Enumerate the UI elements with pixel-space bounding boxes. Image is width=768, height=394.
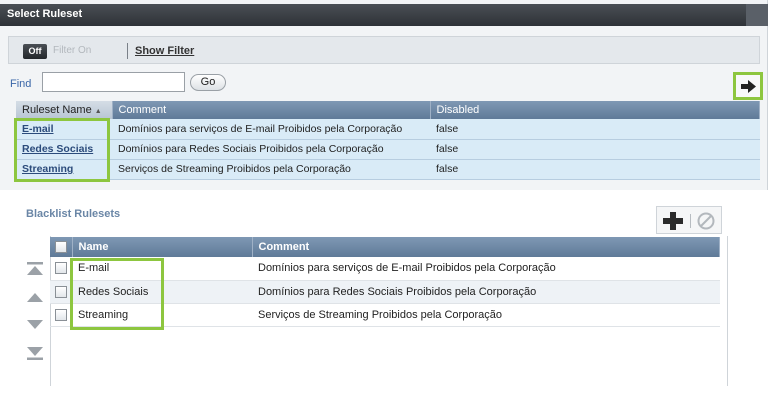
window-title: Select Ruleset bbox=[0, 4, 768, 26]
ruleset-disabled: false bbox=[430, 119, 760, 140]
row-checkbox-cell bbox=[50, 257, 72, 281]
column-ruleset-name[interactable]: Ruleset Name ▲ bbox=[16, 101, 113, 119]
ruleset-name-link[interactable]: E-mail bbox=[16, 119, 112, 140]
select-all-cell bbox=[50, 237, 73, 257]
column-comment[interactable]: Comment bbox=[252, 237, 720, 257]
ruleset-disabled: false bbox=[430, 159, 760, 180]
filter-on-toggle[interactable]: Filter On bbox=[53, 45, 91, 56]
blacklist-name: E-mail bbox=[72, 257, 252, 281]
blacklist-toolbar bbox=[656, 206, 722, 234]
row-checkbox[interactable] bbox=[55, 308, 67, 321]
blacklist-name: Redes Sociais bbox=[72, 280, 252, 304]
filter-separator bbox=[127, 43, 128, 59]
blacklist-comment: Domínios para Redes Sociais Proibidos pe… bbox=[252, 280, 720, 304]
blacklist-comment: Domínios para serviços de E-mail Proibid… bbox=[252, 257, 720, 281]
select-ruleset-panel: Select Ruleset Off Filter On Show Filter… bbox=[0, 0, 768, 190]
ruleset-table: Ruleset Name ▲ Comment Disabled E-mail D… bbox=[16, 101, 760, 180]
filter-bar: Off Filter On Show Filter bbox=[8, 36, 760, 64]
move-down-icon bbox=[27, 320, 43, 329]
move-to-bottom-button[interactable] bbox=[26, 346, 44, 360]
find-input[interactable] bbox=[42, 72, 185, 92]
row-checkbox-cell bbox=[50, 280, 72, 304]
go-button[interactable]: Go bbox=[190, 74, 226, 91]
row-checkbox[interactable] bbox=[55, 262, 67, 275]
show-filter-link[interactable]: Show Filter bbox=[135, 45, 194, 57]
ruleset-comment: Domínios para Redes Sociais Proibidos pe… bbox=[112, 139, 430, 160]
table-row[interactable]: E-mail Domínios para serviços de E-mail … bbox=[50, 257, 720, 281]
column-disabled[interactable]: Disabled bbox=[430, 101, 760, 119]
column-comment[interactable]: Comment bbox=[112, 101, 431, 119]
move-up-button[interactable] bbox=[26, 290, 44, 304]
row-checkbox-cell bbox=[50, 303, 72, 327]
blacklist-title: Blacklist Rulesets bbox=[26, 208, 121, 220]
ruleset-comment: Domínios para serviços de E-mail Proibid… bbox=[112, 119, 430, 140]
cancel-circle-icon[interactable] bbox=[697, 212, 715, 230]
blacklist-panel: Blacklist Rulesets Name Comment E-mail D… bbox=[22, 200, 728, 386]
move-up-icon bbox=[27, 293, 43, 302]
table-row[interactable]: Streaming Serviços de Streaming Proibido… bbox=[16, 159, 760, 180]
column-label: Ruleset Name bbox=[22, 104, 92, 116]
blacklist-name: Streaming bbox=[72, 303, 252, 327]
add-to-blacklist-button[interactable] bbox=[733, 72, 763, 100]
ruleset-comment: Serviços de Streaming Proibidos pela Cor… bbox=[112, 159, 430, 180]
toolbar-divider bbox=[690, 214, 691, 228]
plus-icon[interactable] bbox=[663, 212, 683, 230]
ruleset-disabled: false bbox=[430, 139, 760, 160]
table-row[interactable]: Redes Sociais Domínios para Redes Sociai… bbox=[16, 139, 760, 160]
select-all-checkbox[interactable] bbox=[55, 241, 67, 254]
blacklist-comment: Serviços de Streaming Proibidos pela Cor… bbox=[252, 303, 720, 327]
row-checkbox[interactable] bbox=[55, 285, 67, 298]
move-to-top-icon bbox=[27, 262, 43, 275]
blacklist-table-header: Name Comment bbox=[50, 237, 720, 257]
column-name[interactable]: Name bbox=[72, 237, 253, 257]
table-row[interactable]: Redes Sociais Domínios para Redes Sociai… bbox=[50, 280, 720, 304]
filter-off-toggle[interactable]: Off bbox=[23, 44, 47, 59]
ruleset-table-header: Ruleset Name ▲ Comment Disabled bbox=[16, 101, 760, 119]
sort-ascending-icon: ▲ bbox=[94, 108, 102, 115]
move-to-top-button[interactable] bbox=[26, 262, 44, 276]
table-row[interactable]: Streaming Serviços de Streaming Proibido… bbox=[50, 303, 720, 327]
blacklist-table: Name Comment E-mail Domínios para serviç… bbox=[50, 237, 720, 327]
move-down-button[interactable] bbox=[26, 318, 44, 332]
ruleset-name-link[interactable]: Streaming bbox=[16, 159, 112, 180]
move-to-bottom-icon bbox=[27, 347, 43, 360]
ruleset-name-link[interactable]: Redes Sociais bbox=[16, 139, 112, 160]
right-arrow-icon bbox=[741, 80, 756, 93]
table-row[interactable]: E-mail Domínios para serviços de E-mail … bbox=[16, 119, 760, 140]
find-label: Find bbox=[10, 78, 32, 90]
